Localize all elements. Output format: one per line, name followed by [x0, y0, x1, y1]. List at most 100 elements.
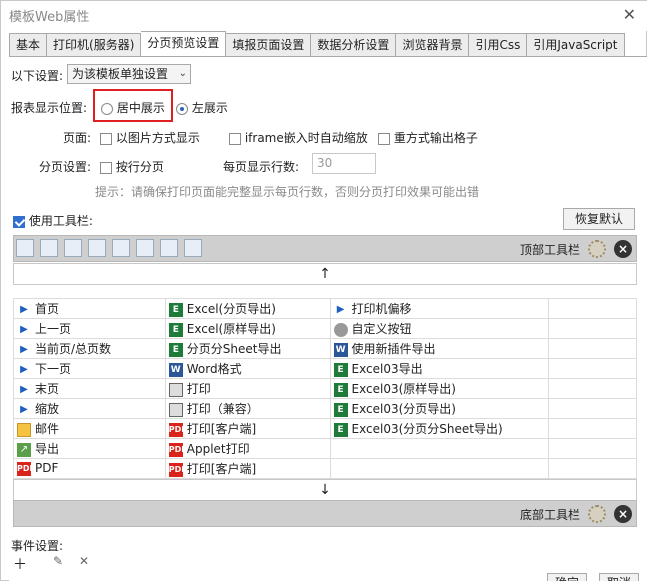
tab-browser-background[interactable]: 浏览器背景 — [396, 33, 470, 57]
tab-javascript[interactable]: 引用JavaScript — [527, 33, 625, 57]
toolbar-item[interactable]: ▶ 末页 — [13, 378, 166, 399]
toolbar-item[interactable]: ▶ 下一页 — [13, 358, 166, 379]
print-icon[interactable] — [136, 239, 154, 257]
checkbox-use-toolbar-box — [13, 215, 25, 228]
item-icon: W — [168, 362, 183, 377]
toolbar-item[interactable]: 邮件 — [13, 418, 166, 439]
mode-label: 以下设置: — [11, 69, 64, 83]
tab-data-analysis[interactable]: 数据分析设置 — [311, 33, 397, 57]
web-properties-dialog: 模板Web属性 ✕ 基本 打印机(服务器) 分页预览设置 填报页面设置 数据分析… — [0, 0, 647, 581]
empty-cell — [548, 418, 637, 439]
toolbar-item[interactable]: W 使用新插件导出 — [329, 338, 550, 359]
mail-icon[interactable] — [184, 239, 202, 257]
mode-select[interactable]: 为该模板单独设置 ⌄ — [67, 64, 191, 84]
close-circle-icon[interactable]: × — [614, 240, 632, 258]
item-icon — [168, 382, 183, 397]
tab-css[interactable]: 引用Css — [469, 33, 528, 57]
checkbox-iframe-zoom-box — [229, 132, 241, 145]
toolbar-item[interactable]: ▶ 当前页/总页数 — [13, 338, 166, 359]
toolbar-item[interactable]: 自定义按钮 — [329, 318, 550, 339]
add-icon[interactable]: ＋ — [13, 554, 27, 574]
toolbar-item[interactable]: E Excel(原样导出) — [164, 318, 331, 339]
empty-cell — [548, 318, 637, 339]
paging-label: 分页设置: — [38, 160, 91, 174]
ok-button[interactable]: 确定 — [547, 573, 587, 581]
item-label: 末页 — [35, 382, 60, 396]
toolbar-item[interactable]: PDF打印[客户端] — [164, 418, 331, 439]
settings-panel: 以下设置: 为该模板单独设置 ⌄ 报表显示位置: 居中展示 左展示 页面: 以图… — [9, 56, 647, 581]
toolbar-item[interactable]: ▶ 上一页 — [13, 318, 166, 339]
toolbar-item[interactable]: 打印 — [164, 378, 331, 399]
toolbar-item[interactable]: ▶ 打印机偏移 — [329, 298, 550, 319]
item-label: 打印[客户端] — [186, 462, 257, 476]
toolbar-item[interactable]: PDFApplet打印 — [164, 438, 331, 459]
item-icon: ▶ — [20, 323, 28, 335]
checkbox-image-mode[interactable]: 以图片方式显示 — [100, 129, 200, 146]
export-icon[interactable] — [160, 239, 178, 257]
restore-default-button[interactable]: 恢复默认 — [563, 208, 635, 230]
position-label: 报表显示位置: — [11, 101, 88, 115]
tab-page-preview[interactable]: 分页预览设置 — [141, 31, 227, 57]
toolbar-item[interactable]: E Excel03(分页导出) — [329, 398, 550, 419]
toolbar-item[interactable]: E Excel03导出 — [329, 358, 550, 379]
move-up-strip[interactable]: ↑ — [13, 263, 637, 285]
edit-icon[interactable]: ✎ — [53, 554, 63, 568]
checkbox-image-mode-box — [100, 132, 112, 145]
checkbox-output-cells-label: 重方式输出格子 — [393, 131, 478, 145]
table-row: ▶ 末页 打印 E Excel03(原样导出) — [13, 378, 637, 399]
item-label: 自定义按钮 — [351, 322, 412, 336]
last-page-icon[interactable] — [112, 239, 130, 257]
table-row: 邮件 PDF打印[客户端] E Excel03(分页分Sheet导出) — [13, 418, 637, 439]
toolbar-item[interactable]: ▶ 首页 — [13, 298, 166, 319]
toolbar-item[interactable]: E Excel03(原样导出) — [329, 378, 550, 399]
checkbox-output-cells-box — [378, 132, 390, 145]
gear-icon[interactable] — [588, 505, 606, 523]
radio-center-label: 居中展示 — [116, 101, 165, 115]
toolbar-item[interactable]: E Excel(分页导出) — [164, 298, 331, 319]
top-toolbar: 顶部工具栏 × — [13, 235, 637, 262]
page-count-icon[interactable] — [64, 239, 82, 257]
item-label: 上一页 — [35, 322, 72, 336]
events-label: 事件设置: — [11, 539, 64, 553]
first-page-icon[interactable] — [16, 239, 34, 257]
item-icon: ▶ — [20, 383, 28, 395]
toolbar-item[interactable]: PDF打印[客户端] — [164, 458, 331, 479]
page-label: 页面: — [62, 131, 91, 145]
tab-printer-server[interactable]: 打印机(服务器) — [47, 33, 142, 57]
item-label: Excel(原样导出) — [186, 322, 276, 336]
move-down-strip[interactable]: ↓ — [13, 479, 637, 501]
close-circle-icon[interactable]: × — [614, 505, 632, 523]
checkbox-iframe-zoom[interactable]: iframe嵌入时自动缩放 — [229, 129, 368, 146]
empty-cell — [548, 398, 637, 419]
toolbar-item[interactable]: PDFPDF — [13, 458, 166, 479]
checkbox-row-paging-box — [100, 161, 112, 174]
tab-fill-page[interactable]: 填报页面设置 — [226, 33, 312, 57]
checkbox-output-cells[interactable]: 重方式输出格子 — [378, 129, 478, 146]
toolbar-item[interactable]: 打印（兼容） — [164, 398, 331, 419]
cancel-button[interactable]: 取消 — [599, 573, 639, 581]
toolbar-item[interactable]: ▶ 缩放 — [13, 398, 166, 419]
delete-icon[interactable]: ✕ — [79, 554, 89, 568]
toolbar-item[interactable]: E 分页分Sheet导出 — [164, 338, 331, 359]
item-label: Excel03(分页导出) — [351, 402, 456, 416]
checkbox-use-toolbar[interactable]: 使用工具栏: — [13, 212, 93, 229]
prev-page-icon[interactable] — [40, 239, 58, 257]
next-page-icon[interactable] — [88, 239, 106, 257]
top-toolbar-label: 顶部工具栏 — [520, 243, 581, 257]
toolbar-item[interactable]: E Excel03(分页分Sheet导出) — [329, 418, 550, 439]
toolbar-item[interactable]: W Word格式 — [164, 358, 331, 379]
empty-cell — [548, 298, 637, 319]
item-label: Excel03(分页分Sheet导出) — [351, 422, 503, 436]
close-icon[interactable]: ✕ — [623, 5, 636, 24]
radio-left[interactable]: 左展示 — [176, 99, 228, 116]
checkbox-row-paging[interactable]: 按行分页 — [100, 158, 164, 175]
toolbar-item[interactable]: ↗ 导出 — [13, 438, 166, 459]
radio-center[interactable]: 居中展示 — [101, 99, 165, 116]
rows-per-page-input[interactable]: 30 — [312, 153, 376, 174]
item-label: Word格式 — [186, 362, 242, 376]
checkbox-row-paging-label: 按行分页 — [115, 160, 164, 174]
empty-cell — [548, 358, 637, 379]
bottom-toolbar-label: 底部工具栏 — [520, 508, 581, 522]
gear-icon[interactable] — [588, 240, 606, 258]
tab-basic[interactable]: 基本 — [9, 33, 48, 57]
